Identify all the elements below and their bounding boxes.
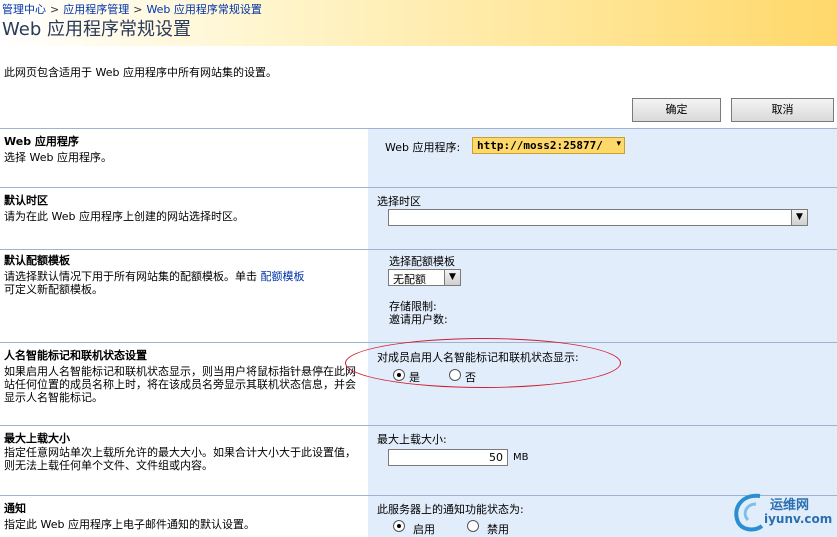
section-title: 默认配额模板	[4, 254, 70, 267]
section-title: 通知	[4, 502, 26, 515]
upload-unit: MB	[513, 452, 529, 463]
page-header: 管理中心 > 应用程序管理 > Web 应用程序常规设置 Web 应用程序常规设置	[0, 0, 837, 46]
chevron-down-icon: ▼	[444, 270, 460, 285]
section-title: 最大上载大小	[4, 432, 70, 445]
section-desc: 指定任意网站单次上载所允许的最大大小。如果合计大小大于此设置值，则无法上载任何单…	[4, 446, 356, 472]
quota-select[interactable]: 无配额 ▼	[388, 269, 461, 286]
quota-select-value: 无配额	[393, 273, 426, 286]
webapp-label: Web 应用程序:	[385, 141, 461, 154]
chevron-down-icon: ▾	[616, 139, 621, 149]
section-title: 默认时区	[4, 194, 48, 207]
watermark-logo: 运维网 iyunv.com	[730, 488, 835, 534]
ok-button[interactable]: 确定	[632, 98, 721, 122]
alerts-on-label: 启用	[413, 523, 435, 536]
watermark-url: iyunv.com	[764, 512, 833, 526]
quota-templates-link[interactable]: 配额模板	[261, 270, 305, 283]
presence-label: 对成员启用人名智能标记和联机状态显示:	[377, 351, 579, 364]
section-title: Web 应用程序	[4, 135, 79, 148]
section-desc: 如果启用人名智能标记和联机状态显示，则当用户将鼠标指针悬停在此网站任何位置的成员…	[4, 365, 356, 404]
upload-label: 最大上载大小:	[377, 433, 447, 446]
section-desc: 请为在此 Web 应用程序上创建的网站选择时区。	[4, 210, 244, 223]
section-desc: 选择 Web 应用程序。	[4, 151, 112, 164]
presence-no-radio[interactable]	[449, 369, 461, 381]
webapp-select[interactable]: http://moss2:25877/ ▾	[472, 137, 625, 154]
alerts-off-radio[interactable]	[467, 520, 479, 532]
alerts-on-radio[interactable]	[393, 520, 405, 532]
cancel-button[interactable]: 取消	[731, 98, 834, 122]
desc-text: 可定义新配额模板。	[4, 283, 103, 296]
page-title: Web 应用程序常规设置	[2, 19, 191, 40]
timezone-label: 选择时区	[377, 195, 421, 208]
presence-no-label: 否	[465, 371, 476, 384]
max-upload-input[interactable]: 50	[388, 449, 508, 466]
alerts-label: 此服务器上的通知功能状态为:	[377, 503, 524, 516]
presence-yes-label: 是	[409, 371, 420, 384]
section-desc: 指定此 Web 应用程序上电子邮件通知的默认设置。	[4, 518, 255, 531]
section-desc: 请选择默认情况下用于所有网站集的配额模板。单击 配额模板可定义新配额模板。	[4, 270, 356, 296]
chevron-down-icon: ▼	[791, 210, 807, 225]
invite-users-label: 邀请用户数:	[389, 313, 448, 326]
desc-text: 请选择默认情况下用于所有网站集的配额模板。单击	[4, 270, 261, 283]
page-intro: 此网页包含适用于 Web 应用程序中所有网站集的设置。	[4, 66, 277, 79]
webapp-select-value: http://moss2:25877/	[477, 139, 603, 152]
timezone-select[interactable]: ▼	[388, 209, 808, 226]
quota-label: 选择配额模板	[389, 255, 455, 268]
presence-yes-radio[interactable]	[393, 369, 405, 381]
watermark-text: 运维网	[770, 498, 810, 513]
alerts-off-label: 禁用	[487, 523, 509, 536]
section-title: 人名智能标记和联机状态设置	[4, 349, 147, 362]
section-webapp: Web 应用程序 选择 Web 应用程序。	[0, 129, 837, 187]
